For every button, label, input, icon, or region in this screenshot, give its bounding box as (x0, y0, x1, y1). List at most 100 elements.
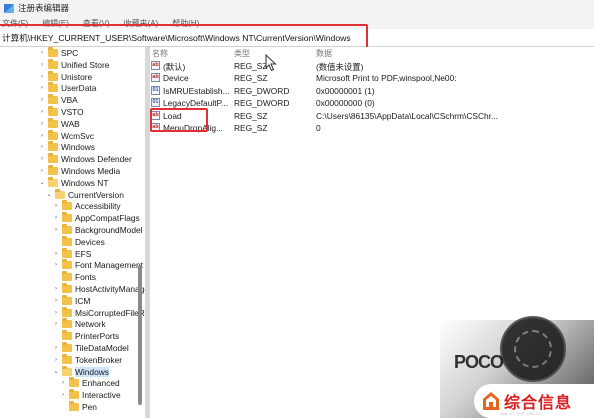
tree-item-label: Unified Store (61, 59, 110, 70)
tree-item[interactable]: Devices (52, 235, 105, 248)
collapsed-chevron-icon[interactable]: › (38, 74, 46, 80)
tree-item[interactable]: › Network (52, 318, 106, 330)
collapsed-chevron-icon[interactable]: › (38, 85, 46, 91)
tree-item[interactable]: › HostActivityManager (52, 283, 145, 295)
value-data: Microsoft Print to PDF,winspool,Ne00: (316, 73, 457, 84)
tree-item-label: Windows (61, 142, 95, 153)
tree-item-label: UserData (61, 83, 97, 94)
tree-item[interactable]: › Windows (38, 141, 95, 153)
tree-item-label: MsiCorruptedFileRecovery (75, 307, 145, 318)
value-row[interactable]: ab Load REG_SZ C:\Users\86135\AppData\Local… (150, 110, 594, 122)
collapsed-chevron-icon[interactable]: › (52, 215, 60, 221)
tree-item[interactable]: › VSTO (38, 106, 84, 118)
registry-editor-icon (4, 3, 14, 13)
column-header-data[interactable]: 数据 (316, 48, 332, 59)
menu-edit[interactable]: 编辑(E) (42, 18, 69, 29)
collapsed-chevron-icon[interactable]: › (52, 286, 60, 292)
tree-item[interactable]: › WcmSvc (38, 129, 94, 142)
collapsed-chevron-icon[interactable]: › (52, 262, 60, 268)
menu-help[interactable]: 帮助(H) (172, 18, 199, 29)
collapsed-chevron-icon[interactable]: › (52, 203, 60, 209)
tree-scrollbar[interactable] (138, 265, 142, 405)
tree-item-label: Enhanced (82, 378, 120, 389)
collapsed-chevron-icon[interactable]: › (38, 121, 46, 127)
tree-item[interactable]: › Unistore (38, 70, 92, 83)
collapsed-chevron-icon[interactable]: › (38, 62, 46, 68)
collapsed-chevron-icon[interactable]: › (38, 109, 46, 115)
collapsed-chevron-icon[interactable]: › (38, 168, 46, 174)
collapsed-chevron-icon[interactable]: › (52, 227, 60, 233)
tree-item-label: BackgroundModel (75, 225, 143, 235)
tree-item-label: EFS (75, 248, 92, 259)
tree-item[interactable]: ⌄ Windows NT (38, 176, 108, 189)
tree-item[interactable]: › UserData (38, 82, 96, 94)
value-row[interactable]: 01 LegacyDefaultP... REG_DWORD 0x00000000 (… (150, 97, 594, 109)
collapsed-chevron-icon[interactable]: › (38, 133, 46, 139)
collapsed-chevron-icon[interactable]: › (52, 310, 60, 316)
tree-item[interactable]: PrinterPorts (52, 330, 119, 342)
address-bar[interactable]: 计算机\HKEY_CURRENT_USER\Software\Microsoft… (0, 29, 594, 47)
window-title: 注册表编辑器 (18, 3, 70, 13)
tree-item[interactable]: ⌄ Windows (52, 365, 109, 378)
menu-view[interactable]: 查看(V) (83, 18, 110, 29)
folder-icon (62, 353, 72, 364)
tree-item[interactable]: › SPC (38, 47, 78, 59)
tree-item-label: Network (75, 319, 106, 330)
collapsed-chevron-icon[interactable]: › (52, 321, 60, 327)
expanded-chevron-icon[interactable]: ⌄ (38, 179, 46, 186)
tree-item[interactable]: › EFS (52, 247, 92, 260)
folder-open-icon (62, 365, 72, 376)
tree-item-label: Fonts (75, 272, 96, 283)
collapsed-chevron-icon[interactable]: › (38, 50, 46, 56)
value-row[interactable]: ab Device REG_SZ Microsoft Print to PDF,win… (150, 72, 594, 84)
tree-item[interactable]: › BackgroundModel (52, 224, 143, 236)
address-path[interactable]: 计算机\HKEY_CURRENT_USER\Software\Microsoft… (2, 32, 351, 44)
collapsed-chevron-icon[interactable]: › (52, 251, 60, 257)
tree-item[interactable]: Fonts (52, 271, 96, 283)
tree-item[interactable]: › Accessibility (52, 200, 121, 212)
tree-item[interactable]: › Font Management (52, 259, 143, 271)
column-header-name[interactable]: 名称 (152, 48, 168, 59)
collapsed-chevron-icon[interactable]: › (52, 357, 60, 363)
value-row[interactable]: ab MenuDropAlig... REG_SZ 0 (150, 122, 594, 134)
expanded-chevron-icon[interactable]: ⌄ (45, 191, 53, 198)
collapsed-chevron-icon[interactable]: › (38, 156, 46, 162)
folder-icon (62, 283, 72, 293)
collapsed-chevron-icon[interactable]: › (52, 298, 60, 304)
tree-item-label: VSTO (61, 107, 84, 117)
tree-item[interactable]: › ICM (52, 294, 90, 307)
tree-item[interactable]: › Unified Store (38, 58, 110, 71)
value-row[interactable]: ab (默认) REG_SZ (数值未设置) (150, 60, 594, 72)
folder-icon (48, 165, 58, 175)
collapsed-chevron-icon[interactable]: › (59, 380, 67, 386)
menu-file[interactable]: 文件(F) (2, 18, 28, 29)
tree-item-label: Windows Media (61, 166, 121, 176)
folder-icon (62, 330, 72, 341)
value-row[interactable]: 01 IsMRUEstablish... REG_DWORD 0x00000001 (… (150, 85, 594, 97)
column-header-type[interactable]: 类型 (234, 48, 250, 59)
tree-item[interactable]: › Windows Media (38, 165, 120, 177)
folder-icon (62, 271, 72, 282)
collapsed-chevron-icon[interactable]: › (38, 97, 46, 103)
menu-favorites[interactable]: 收藏夹(A) (124, 18, 159, 29)
tree-item[interactable]: › Interactive (59, 389, 121, 401)
collapsed-chevron-icon[interactable]: › (38, 144, 46, 150)
tree-item[interactable]: › Enhanced (59, 377, 120, 389)
tree-item[interactable]: › AppCompatFlags (52, 212, 140, 224)
tree-item[interactable]: ⌄ CurrentVersion (45, 188, 124, 201)
tree-item-label: VBA (61, 95, 78, 106)
tree-item[interactable]: Pen (59, 401, 97, 413)
tree-item[interactable]: › TileDataModel (52, 342, 129, 354)
tree-item-label: Font Management (75, 260, 143, 271)
collapsed-chevron-icon[interactable]: › (59, 392, 67, 398)
watermark-seal-icon (500, 316, 566, 382)
tree-item[interactable]: › VBA (38, 94, 78, 106)
tree-item[interactable]: › WAB (38, 117, 80, 130)
key-tree-pane[interactable]: › SPC › Unified Store › Unistore › UserData › VBA… (0, 47, 145, 418)
tree-item[interactable]: › Windows Defender (38, 153, 132, 165)
tree-item[interactable]: › TokenBroker (52, 353, 122, 366)
tree-item[interactable]: › MsiCorruptedFileRecovery (52, 306, 145, 319)
collapsed-chevron-icon[interactable]: › (52, 345, 60, 351)
folder-icon (62, 212, 72, 223)
expanded-chevron-icon[interactable]: ⌄ (52, 368, 60, 375)
